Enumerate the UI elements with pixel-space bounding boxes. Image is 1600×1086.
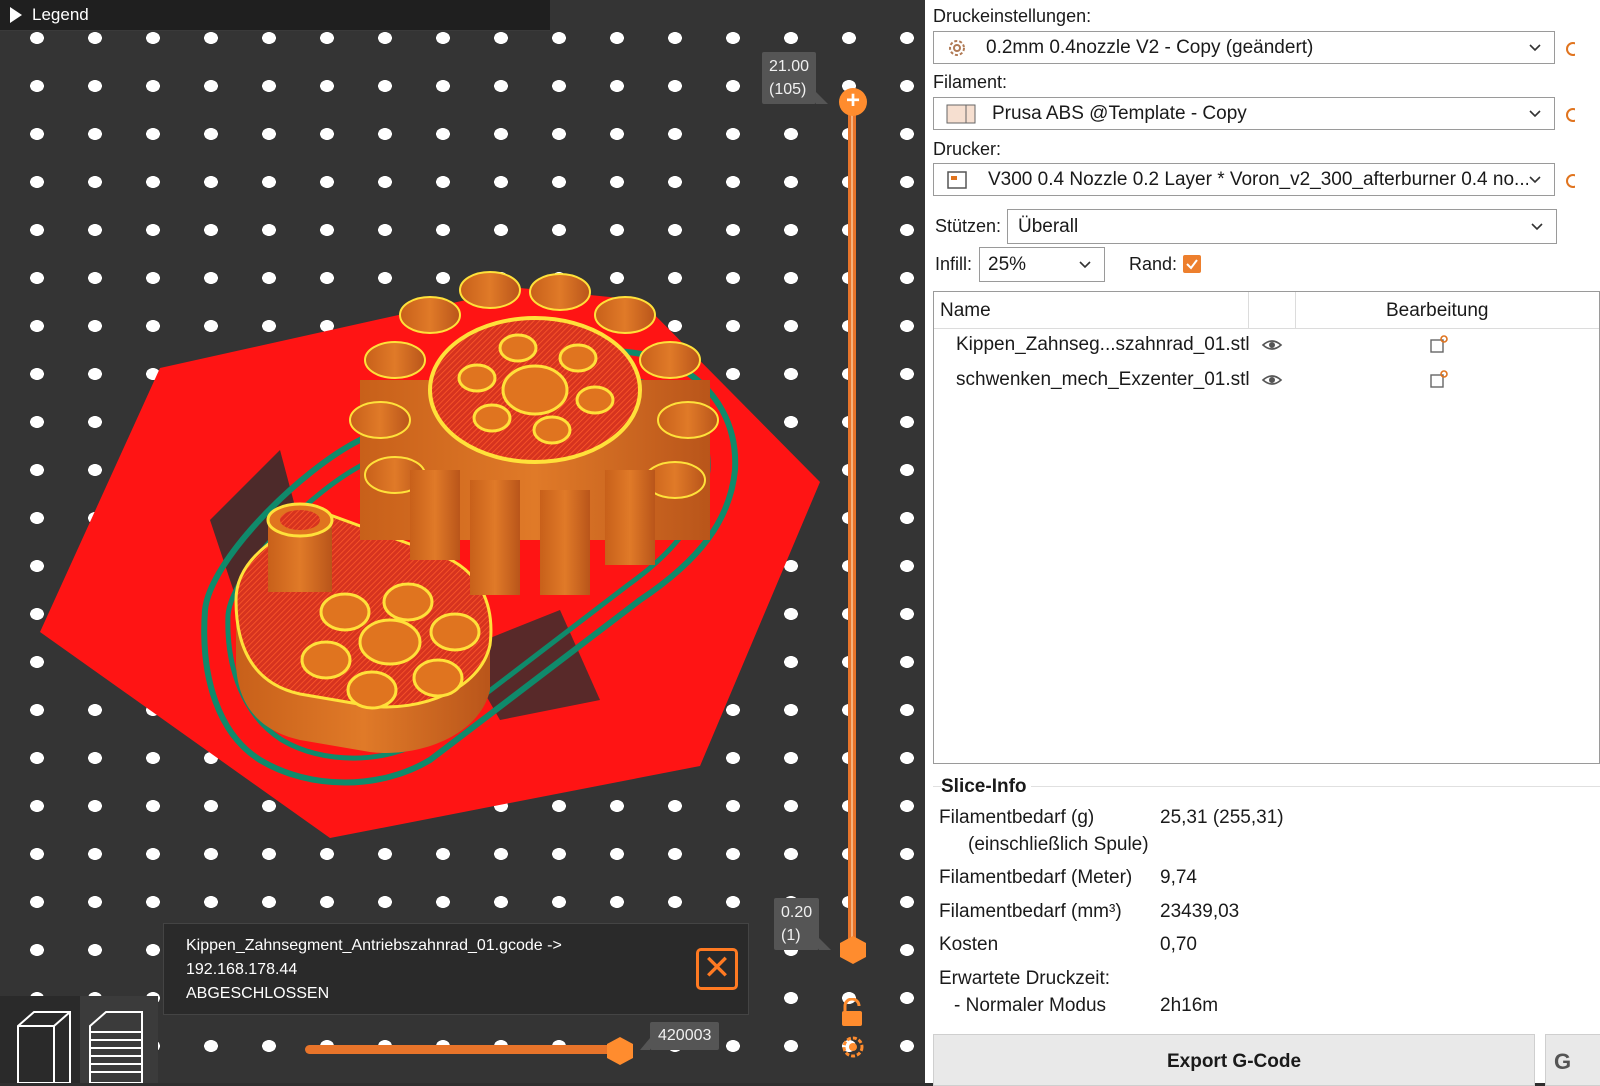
filament-swatch-icon — [946, 104, 976, 123]
printer-value: V300 0.4 Nozzle 0.2 Layer * Voron_v2_300… — [988, 168, 1528, 190]
filament-m-value: 9,74 — [1160, 867, 1197, 888]
settings-sidebar: Druckeinstellungen: 0.2mm 0.4nozzle V2 -… — [925, 0, 1600, 1086]
filament-g-sub: (einschließlich Spule) — [968, 834, 1149, 855]
notification-line-status: ABGESCHLOSSEN — [186, 985, 330, 1002]
object-list-header: Name Bearbeitung — [934, 292, 1599, 329]
notification-line-file: Kippen_Zahnsegment_Antriebszahnrad_01.gc… — [186, 937, 562, 954]
unlock-icon[interactable] — [838, 998, 866, 1028]
object-name: schwenken_mech_Exzenter_01.stl — [956, 369, 1250, 390]
move-slider-track[interactable] — [305, 1045, 621, 1054]
layer-slider-top-thumb[interactable]: + — [839, 88, 867, 116]
upload-notification: Kippen_Zahnsegment_Antriebszahnrad_01.gc… — [163, 923, 749, 1015]
supports-row: Stützen: Überall — [935, 209, 1557, 244]
gear-icon[interactable] — [1561, 106, 1575, 124]
brim-label: Rand: — [1129, 254, 1178, 274]
infill-combo[interactable]: 25% — [979, 247, 1105, 282]
3d-preview-viewport[interactable]: Legend 21.00 (105) 0.20 (1) + Kippen_Zah… — [0, 0, 925, 1083]
print-settings-label: Druckeinstellungen: — [933, 6, 1092, 26]
slice-info-panel: Slice-Info Filamentbedarf (g) 25,31 (255… — [933, 774, 1600, 1034]
layer-bottom-index: (1) — [781, 927, 801, 944]
filament-mm3-value: 23439,03 — [1160, 901, 1240, 922]
layer-bottom-tooltip: 0.20 (1) — [774, 898, 832, 950]
layer-bottom-height: 0.20 — [781, 904, 813, 921]
object-list[interactable]: Name Bearbeitung Kippen_Zahnseg...szahnr… — [933, 291, 1600, 764]
print-time-label: Erwartete Druckzeit: — [939, 968, 1111, 989]
filament-g-value: 25,31 (255,31) — [1160, 807, 1284, 828]
cost-value: 0,70 — [1160, 934, 1197, 955]
infill-row: Infill: 25% Rand: — [935, 247, 1555, 282]
chevron-down-icon — [1529, 109, 1541, 117]
normal-mode-label: - Normaler Modus — [954, 995, 1107, 1016]
notification-line-host: 192.168.178.44 — [186, 961, 298, 978]
printer-label: Drucker: — [933, 139, 1002, 159]
supports-combo[interactable]: Überall — [1007, 209, 1557, 244]
layer-top-tooltip: 21.00 (105) — [762, 52, 829, 104]
print-settings-combo[interactable]: 0.2mm 0.4nozzle V2 - Copy (geändert) — [933, 31, 1555, 64]
filament-g-label: Filamentbedarf (g) — [939, 807, 1095, 828]
edit-icon[interactable] — [1429, 334, 1449, 354]
eye-icon[interactable] — [1261, 370, 1283, 390]
cost-label: Kosten — [939, 934, 999, 955]
view-mode-toolbar — [0, 996, 158, 1083]
printer-icon — [947, 170, 967, 189]
list-item[interactable]: schwenken_mech_Exzenter_01.stl — [934, 363, 1599, 397]
filament-value: Prusa ABS @Template - Copy — [992, 102, 1247, 124]
plus-icon: + — [845, 87, 860, 114]
gear-icon — [949, 39, 965, 56]
list-item[interactable]: Kippen_Zahnseg...szahnrad_01.stl — [934, 328, 1599, 362]
move-slider-value: 420003 — [639, 1022, 720, 1050]
normal-mode-value: 2h16m — [1160, 995, 1219, 1016]
gear-icon[interactable] — [840, 1034, 866, 1060]
brim-checkbox[interactable] — [1183, 255, 1201, 273]
chevron-down-icon — [1079, 260, 1091, 268]
infill-label: Infill: — [935, 254, 973, 274]
chevron-down-icon — [1529, 175, 1541, 183]
supports-value: Überall — [1018, 215, 1079, 237]
cube-icon[interactable] — [0, 996, 78, 1083]
export-gcode-button[interactable]: Export G-Code — [933, 1034, 1535, 1086]
print-settings-value: 0.2mm 0.4nozzle V2 - Copy (geändert) — [986, 36, 1314, 58]
column-name[interactable]: Name — [940, 300, 991, 322]
supports-label: Stützen: — [935, 216, 1002, 236]
layer-slider-bottom-thumb[interactable] — [838, 935, 868, 965]
printer-combo[interactable]: V300 0.4 Nozzle 0.2 Layer * Voron_v2_300… — [933, 163, 1555, 196]
filament-label: Filament: — [933, 72, 1008, 92]
column-edit[interactable]: Bearbeitung — [1386, 300, 1488, 322]
slice-info-title: Slice-Info — [941, 776, 1031, 798]
close-icon[interactable]: ✕ — [696, 948, 738, 990]
object-name: Kippen_Zahnseg...szahnrad_01.stl — [956, 334, 1250, 355]
layers-icon[interactable] — [80, 996, 158, 1083]
gear-icon[interactable] — [1561, 40, 1575, 58]
layer-top-height: 21.00 — [769, 58, 810, 75]
send-gcode-button[interactable]: G — [1545, 1034, 1600, 1086]
layer-top-index: (105) — [769, 81, 807, 98]
move-slider-thumb[interactable] — [605, 1036, 635, 1066]
chevron-down-icon — [1529, 43, 1541, 51]
filament-combo[interactable]: Prusa ABS @Template - Copy — [933, 97, 1555, 130]
gear-icon[interactable] — [1561, 172, 1575, 190]
infill-value: 25% — [988, 253, 1027, 275]
filament-m-label: Filamentbedarf (Meter) — [939, 867, 1133, 888]
legend-label: Legend — [32, 5, 89, 24]
edit-icon[interactable] — [1429, 369, 1449, 389]
chevron-down-icon — [1531, 222, 1543, 230]
filament-mm3-label: Filamentbedarf (mm³) — [939, 901, 1122, 922]
layer-slider-range — [851, 112, 853, 944]
expand-triangle-icon — [10, 7, 22, 23]
legend-toggle[interactable]: Legend — [0, 0, 550, 31]
eye-icon[interactable] — [1261, 335, 1283, 355]
